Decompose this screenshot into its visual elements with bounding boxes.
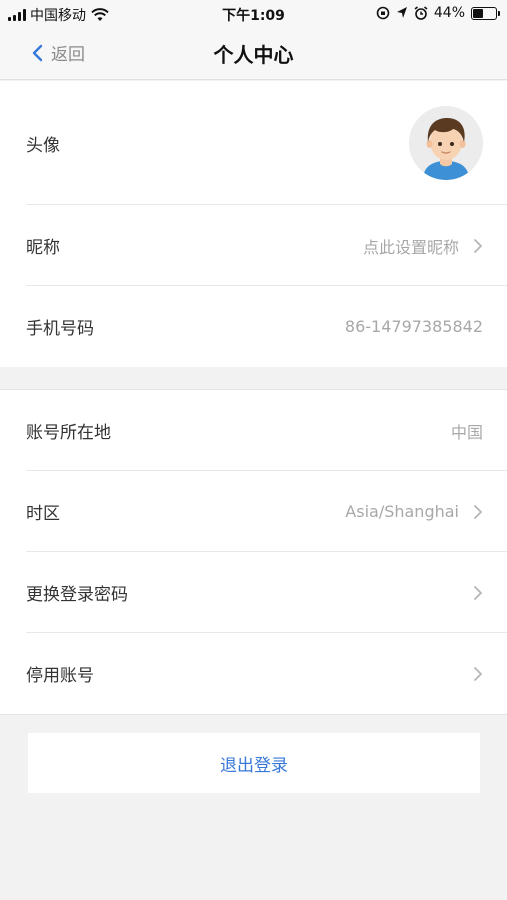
status-bar: 中国移动 下午1:09 44% [0, 0, 507, 28]
nickname-row[interactable]: 昵称 点此设置昵称 [0, 205, 507, 286]
disable-account-label: 停用账号 [26, 666, 94, 686]
region-value: 中国 [450, 422, 483, 442]
nickname-label: 昵称 [26, 238, 60, 258]
account-section: 账号所在地 中国 时区 Asia/Shanghai 更换登录密码 停用账号 [0, 389, 507, 715]
avatar[interactable] [409, 106, 483, 180]
change-password-row[interactable]: 更换登录密码 [0, 552, 507, 633]
nav-bar: 返回 个人中心 [0, 28, 507, 80]
battery-percent: 44% [433, 5, 465, 21]
timezone-row[interactable]: 时区 Asia/Shanghai [0, 471, 507, 552]
timezone-label: 时区 [26, 504, 60, 524]
avatar-label: 头像 [26, 135, 60, 156]
timezone-value: Asia/Shanghai [345, 502, 459, 521]
battery-icon [471, 6, 500, 20]
status-right: 44% [376, 5, 500, 21]
chevron-right-icon [474, 585, 482, 600]
avatar-image [409, 106, 483, 180]
logout-button[interactable]: 退出登录 [28, 733, 480, 793]
disable-account-row[interactable]: 停用账号 [0, 633, 507, 714]
phone-row: 手机号码 86-14797385842 [0, 286, 507, 367]
alarm-icon [414, 6, 428, 20]
nickname-value: 点此设置昵称 [362, 237, 459, 257]
page-title: 个人中心 [213, 43, 294, 67]
chevron-right-icon [474, 238, 482, 253]
change-password-label: 更换登录密码 [26, 585, 128, 605]
region-label: 账号所在地 [26, 423, 111, 443]
avatar-row[interactable]: 头像 [0, 81, 507, 205]
phone-label: 手机号码 [26, 319, 94, 339]
rotation-lock-icon [376, 6, 390, 20]
chevron-right-icon [474, 666, 482, 681]
profile-section: 头像 昵称 点此设置昵称 手机号码 86-14797385842 [0, 81, 507, 367]
phone-value: 86-14797385842 [344, 317, 483, 336]
region-row: 账号所在地 中国 [0, 390, 507, 471]
location-icon [396, 7, 407, 18]
chevron-right-icon [474, 504, 482, 519]
battery-level [473, 8, 483, 18]
